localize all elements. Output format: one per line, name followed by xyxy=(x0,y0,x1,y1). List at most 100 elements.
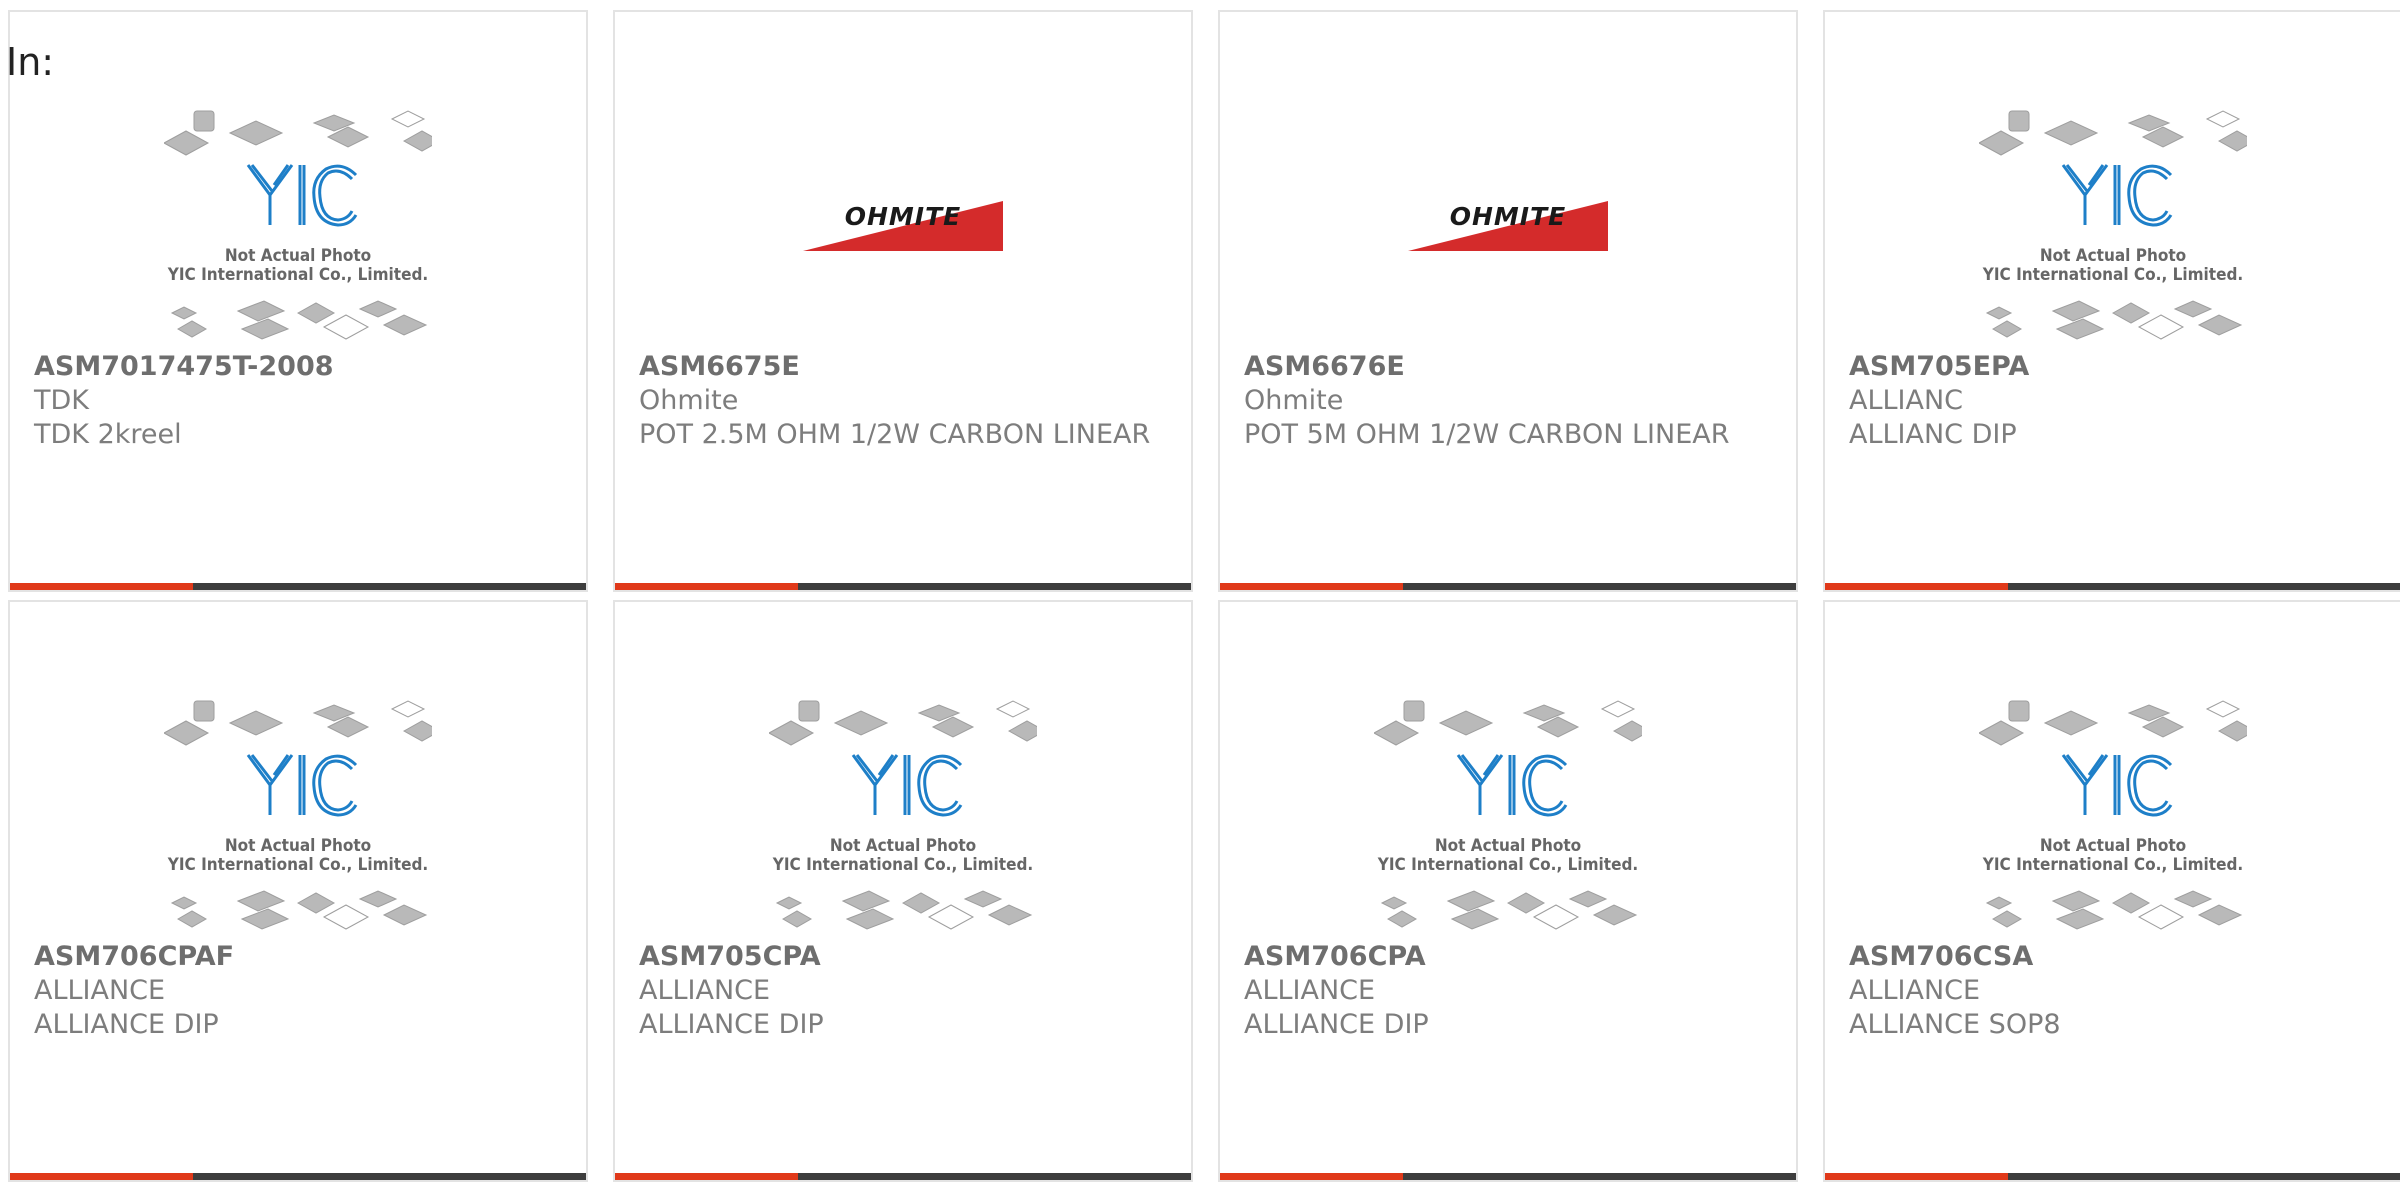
filter-label: In: xyxy=(6,40,55,84)
manufacturer: ALLIANCE xyxy=(34,975,166,1006)
bar-accent xyxy=(615,1173,798,1180)
yic-logo-icon xyxy=(1456,754,1568,817)
yic-line1: Not Actual Photo xyxy=(1435,836,1581,856)
description: ALLIANCE DIP xyxy=(34,1009,219,1040)
bar-rest xyxy=(2008,1173,2400,1180)
product-card[interactable]: Not Actual Photo YIC International Co., … xyxy=(1218,600,1798,1182)
card-bottom-bar xyxy=(615,1173,1191,1180)
ohmite-logo-icon: OHMITE xyxy=(1408,201,1608,251)
yic-line2: YIC International Co., Limited. xyxy=(1377,855,1638,875)
yic-placeholder-image: Not Actual Photo YIC International Co., … xyxy=(164,110,432,340)
part-number-link[interactable]: ASM705EPA xyxy=(1849,350,2381,384)
product-card[interactable]: Not Actual Photo YIC International Co., … xyxy=(1823,600,2400,1182)
product-info: ASM706CPA ALLIANCE ALLIANCE DIP xyxy=(1244,940,1776,1042)
part-number-link[interactable]: ASM706CSA xyxy=(1849,940,2381,974)
product-image[interactable]: Not Actual Photo YIC International Co., … xyxy=(10,688,586,944)
product-grid: Not Actual Photo YIC International Co., … xyxy=(8,10,2400,1182)
product-info: ASM6675E Ohmite POT 2.5M OHM 1/2W CARBON L… xyxy=(639,350,1171,452)
part-number-link[interactable]: ASM7017475T-2008 xyxy=(34,350,566,384)
manufacturer: ALLIANC xyxy=(1849,385,1964,416)
yic-line1: Not Actual Photo xyxy=(830,836,976,856)
yic-line2: YIC International Co., Limited. xyxy=(1982,265,2243,285)
ohmite-logo-text: OHMITE xyxy=(845,202,962,231)
bar-accent xyxy=(615,583,798,590)
description: ALLIANC DIP xyxy=(1849,419,2017,450)
card-bottom-bar xyxy=(1825,583,2400,590)
yic-line1: Not Actual Photo xyxy=(2040,836,2186,856)
product-image[interactable]: Not Actual Photo YIC International Co., … xyxy=(615,688,1191,944)
card-bottom-bar xyxy=(1220,1173,1796,1180)
card-bottom-bar xyxy=(10,583,586,590)
product-info: ASM6676E Ohmite POT 5M OHM 1/2W CARBON LIN… xyxy=(1244,350,1776,452)
bar-accent xyxy=(10,1173,193,1180)
manufacturer: ALLIANCE xyxy=(1244,975,1376,1006)
bar-rest xyxy=(1403,583,1796,590)
description: POT 2.5M OHM 1/2W CARBON LINEAR xyxy=(639,419,1151,450)
manufacturer: Ohmite xyxy=(639,385,739,416)
product-image[interactable]: Not Actual Photo YIC International Co., … xyxy=(1825,688,2400,944)
product-image[interactable]: Not Actual Photo YIC International Co., … xyxy=(1825,98,2400,354)
ohmite-logo-icon: OHMITE xyxy=(803,201,1003,251)
card-bottom-bar xyxy=(615,583,1191,590)
description: ALLIANCE DIP xyxy=(639,1009,824,1040)
card-bottom-bar xyxy=(1825,1173,2400,1180)
product-image[interactable]: Not Actual Photo YIC International Co., … xyxy=(1220,688,1796,944)
product-image[interactable]: Not Actual Photo YIC International Co., … xyxy=(10,98,586,354)
yic-line1: Not Actual Photo xyxy=(2040,246,2186,266)
yic-logo-icon xyxy=(2061,164,2173,227)
part-number-link[interactable]: ASM6676E xyxy=(1244,350,1776,384)
part-number-link[interactable]: ASM705CPA xyxy=(639,940,1171,974)
bar-rest xyxy=(193,583,586,590)
product-info: ASM705EPA ALLIANC ALLIANC DIP xyxy=(1849,350,2381,452)
product-card[interactable]: Not Actual Photo YIC International Co., … xyxy=(8,600,588,1182)
description: POT 5M OHM 1/2W CARBON LINEAR xyxy=(1244,419,1730,450)
yic-logo-icon xyxy=(246,754,358,817)
bar-rest xyxy=(1403,1173,1796,1180)
bar-accent xyxy=(1825,583,2008,590)
yic-line2: YIC International Co., Limited. xyxy=(167,265,428,285)
yic-logo-icon xyxy=(246,164,358,227)
yic-logo-icon xyxy=(851,754,963,817)
manufacturer: ALLIANCE xyxy=(1849,975,1981,1006)
bar-accent xyxy=(10,583,193,590)
yic-placeholder-image: Not Actual Photo YIC International Co., … xyxy=(769,700,1037,930)
bar-rest xyxy=(798,583,1191,590)
product-info: ASM706CPAF ALLIANCE ALLIANCE DIP xyxy=(34,940,566,1042)
part-number-link[interactable]: ASM706CPA xyxy=(1244,940,1776,974)
ohmite-logo-text: OHMITE xyxy=(1450,202,1567,231)
product-card[interactable]: Not Actual Photo YIC International Co., … xyxy=(1823,10,2400,592)
product-info: ASM706CSA ALLIANCE ALLIANCE SOP8 xyxy=(1849,940,2381,1042)
yic-line1: Not Actual Photo xyxy=(225,836,371,856)
product-card[interactable]: Not Actual Photo YIC International Co., … xyxy=(613,600,1193,1182)
description: TDK 2kreel xyxy=(34,419,182,450)
yic-logo-icon xyxy=(2061,754,2173,817)
card-bottom-bar xyxy=(10,1173,586,1180)
bar-rest xyxy=(798,1173,1191,1180)
bar-accent xyxy=(1220,1173,1403,1180)
yic-line2: YIC International Co., Limited. xyxy=(167,855,428,875)
part-number-link[interactable]: ASM6675E xyxy=(639,350,1171,384)
manufacturer: TDK xyxy=(34,385,89,416)
card-bottom-bar xyxy=(1220,583,1796,590)
description: ALLIANCE DIP xyxy=(1244,1009,1429,1040)
bar-rest xyxy=(2008,583,2400,590)
yic-placeholder-image: Not Actual Photo YIC International Co., … xyxy=(164,700,432,930)
manufacturer: ALLIANCE xyxy=(639,975,771,1006)
product-card[interactable]: OHMITE ASM6676E Ohmite POT 5M OHM 1/2W CAR… xyxy=(1218,10,1798,592)
product-card[interactable]: OHMITE ASM6675E Ohmite POT 2.5M OHM 1/2W C… xyxy=(613,10,1193,592)
manufacturer: Ohmite xyxy=(1244,385,1344,416)
bar-accent xyxy=(1825,1173,2008,1180)
yic-line2: YIC International Co., Limited. xyxy=(1982,855,2243,875)
yic-placeholder-image: Not Actual Photo YIC International Co., … xyxy=(1979,700,2247,930)
yic-line2: YIC International Co., Limited. xyxy=(772,855,1033,875)
description: ALLIANCE SOP8 xyxy=(1849,1009,2061,1040)
product-card[interactable]: Not Actual Photo YIC International Co., … xyxy=(8,10,588,592)
bar-accent xyxy=(1220,583,1403,590)
product-info: ASM7017475T-2008 TDK TDK 2kreel xyxy=(34,350,566,452)
yic-placeholder-image: Not Actual Photo YIC International Co., … xyxy=(1374,700,1642,930)
product-image[interactable]: OHMITE xyxy=(615,98,1191,354)
yic-placeholder-image: Not Actual Photo YIC International Co., … xyxy=(1979,110,2247,340)
product-image[interactable]: OHMITE xyxy=(1220,98,1796,354)
product-info: ASM705CPA ALLIANCE ALLIANCE DIP xyxy=(639,940,1171,1042)
part-number-link[interactable]: ASM706CPAF xyxy=(34,940,566,974)
